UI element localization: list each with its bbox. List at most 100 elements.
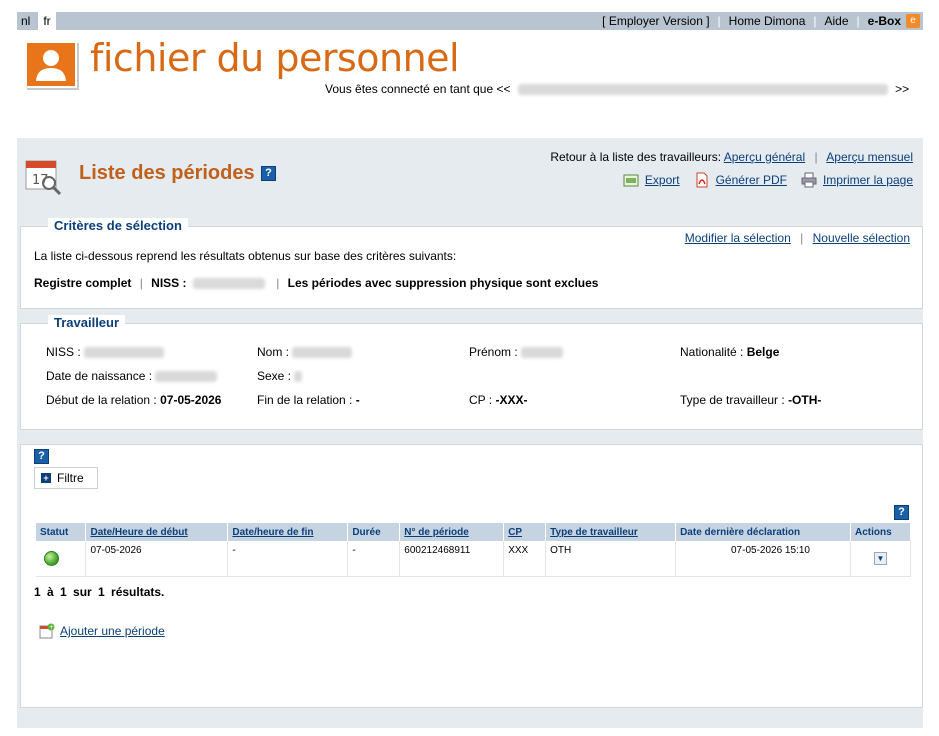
nationalite-label: Nationalité :	[680, 345, 744, 359]
person-logo-icon	[25, 41, 77, 88]
worker-debut: Début de la relation : 07-05-2026	[46, 393, 221, 407]
ebox-link[interactable]: e-Box	[868, 14, 901, 28]
chevron-down-icon[interactable]: ▼	[873, 551, 887, 565]
worker-legend: Travailleur	[48, 315, 126, 330]
criteria-summary: Registre complet | NISS : | Les périodes…	[34, 276, 598, 290]
type-label: Type de travailleur :	[680, 393, 785, 407]
criteria-registre: Registre complet	[34, 276, 132, 290]
column-debut-label[interactable]: Date/Heure de début	[90, 527, 187, 538]
cell-duree: -	[347, 541, 401, 577]
column-duree: Durée	[347, 523, 401, 541]
column-numero-label[interactable]: N° de période	[404, 527, 469, 538]
export-link[interactable]: Export	[645, 173, 680, 187]
separator: |	[813, 14, 817, 28]
apercu-general-link[interactable]: Aperçu général	[724, 150, 805, 164]
filter-toggle[interactable]: + Filtre	[34, 467, 98, 489]
modify-selection-link[interactable]: Modifier la sélection	[685, 231, 791, 245]
column-cp[interactable]: CP	[503, 523, 547, 541]
column-derniere: Date dernière déclaration	[675, 523, 851, 541]
connected-as: Vous êtes connecté en tant que << >>	[325, 82, 909, 96]
column-numero[interactable]: N° de période	[399, 523, 505, 541]
cell-numero: 600212468911	[399, 541, 505, 577]
employer-version-link[interactable]: [ Employer Version ]	[602, 14, 709, 28]
page-actions: Export Générer PDF Imprimer la page	[623, 172, 913, 188]
add-period-link[interactable]: Ajouter une période	[60, 624, 165, 638]
plus-icon: +	[41, 473, 51, 483]
worker-nom: Nom :	[257, 345, 353, 359]
column-fin[interactable]: Date/heure de fin	[227, 523, 349, 541]
svg-text:17: 17	[32, 173, 49, 188]
column-actions: Actions	[850, 523, 912, 541]
criteria-legend: Critères de sélection	[48, 218, 188, 233]
naissance-label: Date de naissance :	[46, 369, 153, 383]
print-action[interactable]: Imprimer la page	[801, 172, 913, 188]
add-period-action[interactable]: + Ajouter une période	[39, 623, 165, 639]
separator: |	[814, 150, 818, 164]
prenom-label: Prénom :	[469, 345, 518, 359]
criteria-exclusion: Les périodes avec suppression physique s…	[287, 276, 599, 290]
app-title: fichier du personnel	[90, 36, 460, 80]
cell-fin: -	[227, 541, 349, 577]
aide-link[interactable]: Aide	[825, 14, 849, 28]
cp-value: -XXX-	[495, 393, 528, 407]
new-selection-link[interactable]: Nouvelle sélection	[813, 231, 910, 245]
ebox-icon[interactable]: e	[906, 14, 920, 28]
nationalite-value: Belge	[746, 345, 780, 359]
home-dimona-link[interactable]: Home Dimona	[729, 14, 806, 28]
criteria-fieldset: Critères de sélection Modifier la sélect…	[20, 218, 923, 309]
redacted-nom	[292, 347, 353, 359]
separator: |	[139, 276, 143, 290]
redacted-naissance	[155, 371, 218, 383]
sexe-label: Sexe :	[257, 369, 292, 383]
pdf-action[interactable]: Générer PDF	[694, 172, 787, 188]
lang-nl-link[interactable]: nl	[17, 12, 34, 30]
separator: |	[276, 276, 280, 290]
page-title: Liste des périodes	[79, 162, 255, 184]
worker-nationalite: Nationalité : Belge	[680, 345, 779, 359]
help-icon[interactable]: ?	[261, 166, 276, 181]
worker-prenom: Prénom :	[469, 345, 564, 359]
cell-cp: XXX	[503, 541, 547, 577]
retour-label: Retour à la liste des travailleurs:	[550, 150, 722, 164]
status-green-icon	[44, 550, 59, 566]
debut-label: Début de la relation :	[46, 393, 157, 407]
csv-export-icon	[623, 174, 639, 187]
column-fin-label[interactable]: Date/heure de fin	[232, 527, 313, 538]
nom-label: Nom :	[257, 345, 290, 359]
printer-icon	[801, 172, 817, 188]
cell-actions: ▼	[850, 541, 912, 577]
redacted-niss	[192, 278, 265, 290]
svg-text:+: +	[49, 624, 54, 631]
worker-naissance: Date de naissance :	[46, 369, 218, 383]
retour-links: Retour à la liste des travailleurs: Aper…	[550, 150, 913, 164]
column-debut[interactable]: Date/Heure de début	[85, 523, 229, 541]
criteria-niss-label: NISS :	[151, 276, 187, 290]
pdf-icon	[696, 172, 708, 188]
fin-label: Fin de la relation :	[257, 393, 353, 407]
result-count: 1 à 1 sur 1 résultats.	[34, 585, 165, 599]
help-icon[interactable]: ?	[894, 505, 909, 520]
redacted-sexe	[294, 371, 303, 383]
periods-table: Statut Date/Heure de début Date/heure de…	[36, 523, 912, 577]
help-icon[interactable]: ?	[34, 449, 49, 464]
column-type-label[interactable]: Type de travailleur	[550, 527, 638, 538]
cell-debut: 07-05-2026	[85, 541, 229, 577]
worker-cp: CP : -XXX-	[469, 393, 527, 407]
separator: |	[717, 14, 721, 28]
type-value: -OTH-	[788, 393, 822, 407]
redacted-prenom	[521, 347, 564, 359]
calendar-magnifier-icon: 17	[24, 156, 64, 196]
table-row: 07-05-2026 - - 600212468911 XXX OTH 07-0…	[36, 541, 912, 577]
print-link[interactable]: Imprimer la page	[823, 173, 913, 187]
apercu-mensuel-link[interactable]: Aperçu mensuel	[826, 150, 913, 164]
connected-suffix: >>	[895, 82, 910, 96]
export-action[interactable]: Export	[623, 172, 680, 188]
column-type[interactable]: Type de travailleur	[545, 523, 677, 541]
column-cp-label[interactable]: CP	[508, 527, 522, 538]
person-silhouette-icon	[36, 50, 66, 81]
filter-label: Filtre	[57, 471, 84, 485]
pdf-link[interactable]: Générer PDF	[716, 173, 787, 187]
fin-value: -	[355, 393, 360, 407]
cell-statut	[36, 541, 87, 577]
lang-fr-link[interactable]: fr	[38, 12, 56, 30]
